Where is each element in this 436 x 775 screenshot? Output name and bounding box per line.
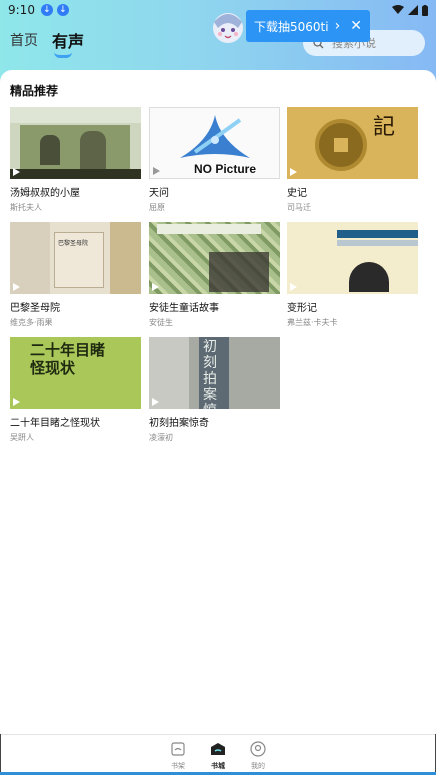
book-author: 吴趼人 — [10, 433, 34, 442]
cover-text: 巴黎圣母院 — [58, 240, 89, 247]
book-card[interactable]: 記 史记 司马迁 — [287, 107, 418, 213]
book-card[interactable]: 初刻拍案惊奇 初刻拍案惊奇 凌濛初 — [149, 337, 280, 443]
cover-text: 二十年目睹 怪现状 — [30, 341, 106, 377]
ad-banner[interactable]: 下载抽5060ti › ✕ — [246, 10, 370, 42]
play-icon — [13, 398, 20, 406]
book-cover: 巴黎圣母院 — [10, 222, 141, 294]
book-author: 弗兰兹·卡夫卡 — [287, 318, 338, 327]
nav-store[interactable]: 书城 — [209, 741, 227, 775]
book-title: 二十年目睹之怪现状 — [10, 418, 100, 429]
book-author: 司马迁 — [287, 203, 311, 212]
book-card[interactable]: 安徒生童话故事 安徒生 — [149, 222, 280, 328]
tab-home[interactable]: 首页 — [10, 30, 38, 52]
book-cover: 記 — [287, 107, 418, 179]
book-card[interactable]: NO Picture 天问 屈原 — [149, 107, 280, 213]
book-title: 初刻拍案惊奇 — [149, 418, 209, 429]
mascot-icon[interactable] — [208, 8, 248, 48]
bookstore-icon — [211, 743, 225, 755]
bookshelf-icon — [171, 742, 185, 756]
book-card[interactable]: 巴黎圣母院 巴黎圣母院 维克多·雨果 — [10, 222, 141, 328]
book-author: 维克多·雨果 — [10, 318, 53, 327]
play-icon — [290, 283, 297, 291]
battery-icon — [422, 4, 428, 16]
header-tabs: 首页 有声 — [10, 28, 85, 58]
play-icon — [153, 167, 160, 175]
wifi-icon — [392, 5, 404, 14]
book-title: 史记 — [287, 188, 307, 199]
play-icon — [13, 168, 20, 176]
nav-shelf[interactable]: 书架 — [169, 741, 187, 775]
signal-icon — [408, 5, 418, 15]
cover-text: NO Picture — [194, 162, 257, 176]
play-icon — [290, 168, 297, 176]
close-icon[interactable]: ✕ — [350, 18, 362, 34]
book-title: 安徒生童话故事 — [149, 303, 219, 314]
book-author: 屈原 — [149, 203, 165, 212]
play-icon — [152, 398, 159, 406]
chevron-right-icon: › — [334, 18, 341, 34]
main-content: 精品推荐 汤姆叔叔的小屋 斯托夫人 NO Picture 天问 屈原 記 史记 … — [0, 70, 436, 734]
book-title: 天问 — [149, 188, 169, 199]
book-card[interactable]: 二十年目睹 怪现状 二十年目睹之怪现状 吴趼人 — [10, 337, 141, 443]
book-author: 斯托夫人 — [10, 203, 42, 212]
tab-audio[interactable]: 有声 — [52, 28, 85, 58]
cover-text: 初刻拍案惊奇 — [203, 339, 217, 409]
book-cover: 二十年目睹 怪现状 — [10, 337, 141, 409]
book-author: 凌濛初 — [149, 433, 173, 442]
book-title: 巴黎圣母院 — [10, 303, 60, 314]
bottom-navigation: 书架 书城 我的 — [0, 734, 436, 775]
profile-icon — [250, 741, 266, 757]
nav-mine[interactable]: 我的 — [249, 741, 267, 775]
cover-text: 記 — [373, 115, 396, 140]
tab-audio-label: 有声 — [52, 32, 85, 51]
status-time: 9:10 — [8, 3, 35, 17]
book-card[interactable]: 汤姆叔叔的小屋 斯托夫人 — [10, 107, 141, 213]
book-cover — [10, 107, 141, 179]
book-cover: 初刻拍案惊奇 — [149, 337, 280, 409]
book-cover: NO Picture — [149, 107, 280, 179]
ad-text: 下载抽5060ti — [254, 19, 329, 34]
placeholder-logo-icon — [180, 115, 250, 158]
nav-store-label: 书城 — [211, 762, 225, 770]
book-cover — [287, 222, 418, 294]
play-icon — [152, 283, 159, 291]
frame-border — [0, 734, 1, 775]
nav-shelf-label: 书架 — [171, 762, 185, 770]
play-icon — [13, 283, 20, 291]
book-title: 变形记 — [287, 303, 317, 314]
download-icon: ↓ — [56, 4, 69, 16]
nav-mine-label: 我的 — [251, 762, 265, 770]
book-author: 安徒生 — [149, 318, 173, 327]
book-title: 汤姆叔叔的小屋 — [10, 188, 80, 199]
book-cover — [149, 222, 280, 294]
section-title: 精品推荐 — [10, 84, 59, 98]
download-icon: ↓ — [40, 4, 53, 16]
book-card[interactable]: 变形记 弗兰兹·卡夫卡 — [287, 222, 418, 328]
